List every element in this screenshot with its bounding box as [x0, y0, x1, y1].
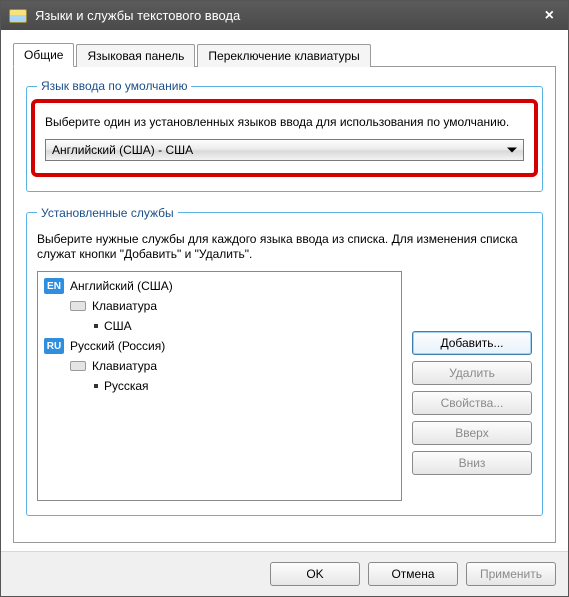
default-language-combo[interactable]: Английский (США) - США: [45, 139, 524, 161]
service-buttons: Добавить... Удалить Свойства... Вверх Вн…: [412, 271, 532, 501]
keyboard-icon: [70, 301, 86, 311]
keyboard-icon: [70, 361, 86, 371]
client-area: Общие Языковая панель Переключение клави…: [1, 30, 568, 551]
highlight-annotation: Выберите один из установленных языков вв…: [31, 99, 538, 177]
tree-layout-label: США: [104, 319, 132, 333]
tree-keyboard-node[interactable]: Клавиатура: [44, 296, 395, 316]
move-up-button[interactable]: Вверх: [412, 421, 532, 445]
apply-button[interactable]: Применить: [466, 562, 556, 586]
remove-button[interactable]: Удалить: [412, 361, 532, 385]
installed-services-legend: Установленные службы: [37, 206, 178, 220]
installed-services-group: Установленные службы Выберите нужные слу…: [26, 206, 543, 516]
installed-services-description: Выберите нужные службы для каждого языка…: [37, 232, 532, 263]
language-tree[interactable]: EN Английский (США) Клавиатура США: [37, 271, 402, 501]
tree-layout-node[interactable]: США: [44, 316, 395, 336]
ok-button[interactable]: OK: [270, 562, 360, 586]
dialog-footer: OK Отмена Применить: [1, 551, 568, 596]
lang-badge-ru: RU: [44, 338, 64, 354]
tab-page-general: Язык ввода по умолчанию Выберите один из…: [13, 66, 556, 543]
default-language-legend: Язык ввода по умолчанию: [37, 79, 191, 93]
tree-lang-label: Английский (США): [70, 279, 173, 293]
app-icon: [9, 9, 27, 23]
tree-keyboard-node[interactable]: Клавиатура: [44, 356, 395, 376]
tab-strip: Общие Языковая панель Переключение клави…: [13, 42, 556, 66]
move-down-button[interactable]: Вниз: [412, 451, 532, 475]
tab-language-bar[interactable]: Языковая панель: [76, 44, 195, 67]
tree-lang-en[interactable]: EN Английский (США): [44, 276, 395, 296]
tab-general[interactable]: Общие: [13, 43, 74, 67]
tab-switch-keyboard[interactable]: Переключение клавиатуры: [197, 44, 370, 67]
lang-badge-en: EN: [44, 278, 64, 294]
tree-keyboard-label: Клавиатура: [92, 359, 157, 373]
titlebar[interactable]: Языки и службы текстового ввода ×: [1, 1, 568, 30]
cancel-button[interactable]: Отмена: [368, 562, 458, 586]
default-language-group: Язык ввода по умолчанию Выберите один из…: [26, 79, 543, 192]
tree-keyboard-label: Клавиатура: [92, 299, 157, 313]
bullet-icon: [94, 324, 98, 328]
properties-button[interactable]: Свойства...: [412, 391, 532, 415]
window-title: Языки и службы текстового ввода: [35, 8, 240, 23]
default-language-value: Английский (США) - США: [52, 143, 193, 157]
close-icon[interactable]: ×: [539, 7, 560, 25]
bullet-icon: [94, 384, 98, 388]
chevron-down-icon: [507, 147, 517, 152]
tree-layout-label: Русская: [104, 379, 149, 393]
tree-layout-node[interactable]: Русская: [44, 376, 395, 396]
tree-lang-label: Русский (Россия): [70, 339, 165, 353]
default-language-description: Выберите один из установленных языков вв…: [45, 115, 524, 131]
dialog-window: Языки и службы текстового ввода × Общие …: [0, 0, 569, 597]
add-button[interactable]: Добавить...: [412, 331, 532, 355]
tree-lang-ru[interactable]: RU Русский (Россия): [44, 336, 395, 356]
